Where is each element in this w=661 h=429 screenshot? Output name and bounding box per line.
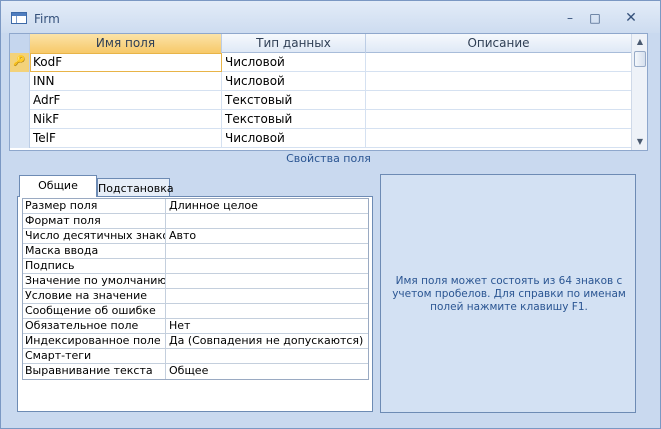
property-label: Выравнивание текста	[23, 364, 166, 379]
table-row[interactable]: 🔑 KodF Числовой	[10, 53, 631, 72]
data-type-cell[interactable]: Числовой	[222, 53, 366, 72]
property-label: Число десятичных знаков	[25, 229, 166, 244]
vertical-scrollbar[interactable]: ▲ ▼	[631, 34, 647, 150]
field-name-cell[interactable]: TelF	[30, 129, 222, 148]
property-row[interactable]: Индексированное поле Да (Совпадения не д…	[23, 334, 368, 349]
scroll-down-icon[interactable]: ▼	[634, 136, 646, 148]
property-row[interactable]: Смарт-теги	[23, 349, 368, 364]
column-header-field-name[interactable]: Имя поля	[30, 34, 222, 53]
property-row[interactable]: Условие на значение	[23, 289, 368, 304]
scroll-thumb[interactable]	[634, 51, 646, 67]
help-hint-panel: Имя поля может состоять из 64 знаков с у…	[380, 174, 636, 413]
table-row[interactable]: TelF Числовой	[10, 129, 631, 148]
tab-lookup[interactable]: Подстановка	[97, 178, 174, 197]
title-bar[interactable]: Firm – □ ✕	[1, 1, 660, 33]
property-row[interactable]: Число десятичных знаков Авто	[23, 229, 368, 244]
property-value[interactable]	[166, 214, 368, 229]
property-row[interactable]: Подпись	[23, 259, 368, 274]
close-button[interactable]: ✕	[618, 9, 644, 27]
row-selector[interactable]	[10, 110, 30, 129]
field-properties-caption: Свойства поля	[286, 152, 371, 165]
property-row[interactable]: Значение по умолчанию	[23, 274, 368, 289]
row-selector[interactable]	[10, 129, 30, 148]
row-selector[interactable]	[10, 91, 30, 110]
data-type-cell[interactable]: Текстовый	[222, 110, 366, 129]
primary-key-icon: 🔑	[13, 56, 26, 67]
table-row[interactable]: AdrF Текстовый	[10, 91, 631, 110]
maximize-button[interactable]: □	[582, 9, 608, 27]
property-sheet: Размер поля Длинное целое Формат поля Чи…	[22, 198, 369, 380]
property-row[interactable]: Выравнивание текста Общее	[23, 364, 368, 379]
description-cell[interactable]	[366, 91, 631, 110]
property-value[interactable]: Авто	[166, 229, 368, 244]
data-type-cell[interactable]: Текстовый	[222, 91, 366, 110]
row-selector[interactable]: 🔑	[10, 53, 30, 72]
window-title: Firm	[34, 12, 60, 26]
data-type-cell[interactable]: Числовой	[222, 72, 366, 91]
property-row[interactable]: Формат поля	[23, 214, 368, 229]
table-icon	[11, 12, 27, 24]
property-label: Подпись	[23, 259, 166, 274]
property-label: Сообщение об ошибке	[23, 304, 166, 319]
property-label: Индексированное поле	[23, 334, 166, 349]
property-row[interactable]: Размер поля Длинное целое	[23, 199, 368, 214]
help-hint-text: Имя поля может состоять из 64 знаков с у…	[392, 275, 626, 313]
field-name-cell[interactable]: INN	[30, 72, 222, 91]
select-all-corner[interactable]	[10, 34, 30, 53]
description-cell[interactable]	[366, 110, 631, 129]
scroll-up-icon[interactable]: ▲	[634, 36, 646, 48]
description-cell[interactable]	[366, 129, 631, 148]
field-grid: Имя поля Тип данных Описание 🔑 KodF Числ…	[9, 33, 648, 151]
property-value[interactable]	[166, 289, 368, 304]
property-value[interactable]	[166, 349, 368, 364]
property-value[interactable]: Нет	[166, 319, 368, 334]
property-label: Обязательное поле	[23, 319, 166, 334]
data-type-cell[interactable]: Числовой	[222, 129, 366, 148]
field-name-cell[interactable]: NikF	[30, 110, 222, 129]
table-row[interactable]: NikF Текстовый	[10, 110, 631, 129]
property-value[interactable]	[166, 304, 368, 319]
property-label: Значение по умолчанию	[25, 274, 166, 289]
property-row[interactable]: Маска ввода	[23, 244, 368, 259]
column-header-description[interactable]: Описание	[366, 34, 631, 53]
property-label: Маска ввода	[23, 244, 166, 259]
property-label: Смарт-теги	[23, 349, 166, 364]
minimize-button[interactable]: –	[557, 9, 583, 27]
property-row[interactable]: Сообщение об ошибке	[23, 304, 368, 319]
property-label: Условие на значение	[23, 289, 166, 304]
property-row[interactable]: Обязательное поле Нет	[23, 319, 368, 334]
description-cell[interactable]	[366, 53, 631, 72]
table-design-window: Firm – □ ✕ Имя поля Тип данных Описание …	[0, 0, 661, 429]
field-name-cell[interactable]: KodF	[30, 53, 222, 72]
property-value[interactable]: Да (Совпадения не допускаются)	[166, 334, 368, 349]
grid-header: Имя поля Тип данных Описание	[10, 34, 631, 53]
property-value[interactable]	[166, 244, 368, 259]
general-tab-panel: Размер поля Длинное целое Формат поля Чи…	[17, 196, 373, 412]
property-label: Размер поля	[23, 199, 166, 214]
row-selector[interactable]	[10, 72, 30, 91]
property-value[interactable]: Общее	[166, 364, 368, 379]
column-header-data-type[interactable]: Тип данных	[222, 34, 366, 53]
table-row[interactable]: INN Числовой	[10, 72, 631, 91]
field-name-cell[interactable]: AdrF	[30, 91, 222, 110]
tab-general[interactable]: Общие	[19, 175, 97, 197]
property-value[interactable]	[166, 259, 368, 274]
property-value[interactable]: Длинное целое	[166, 199, 368, 214]
property-label: Формат поля	[23, 214, 166, 229]
property-value[interactable]	[166, 274, 368, 289]
description-cell[interactable]	[366, 72, 631, 91]
